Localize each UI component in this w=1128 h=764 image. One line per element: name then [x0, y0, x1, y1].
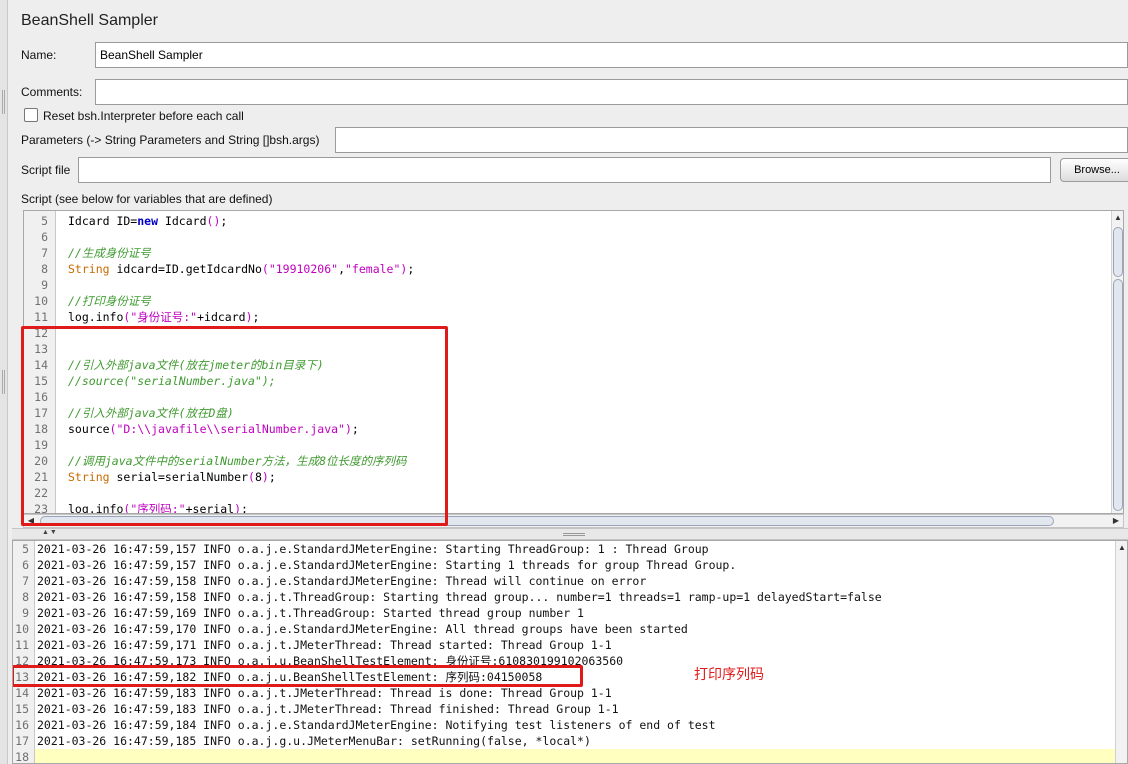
- log-viewer[interactable]: 5 2021-03-26 16:47:59,157 INFO o.a.j.e.St…: [12, 540, 1128, 764]
- script-scroll-thumb[interactable]: [1113, 279, 1123, 511]
- line-number: 9: [41, 278, 48, 292]
- line-number: 5: [41, 214, 48, 228]
- parameters-label: Parameters (-> String Parameters and Str…: [21, 133, 320, 147]
- log-highlight-box: [13, 665, 583, 687]
- log-line-number: 9: [22, 606, 29, 620]
- log-line[interactable]: 15 2021-03-26 16:47:59,183 INFO o.a.j.t.J…: [13, 701, 1113, 717]
- script-file-field[interactable]: [78, 157, 1051, 183]
- script-line-text: Idcard ID=new Idcard();: [68, 214, 228, 228]
- script-scroll-thumb-upper[interactable]: [1113, 227, 1123, 277]
- scroll-up-icon[interactable]: ▲: [1112, 213, 1123, 223]
- log-line-number: 5: [22, 542, 29, 556]
- panel-splitter[interactable]: ▲▼: [12, 528, 1128, 540]
- script-line[interactable]: 6: [24, 229, 1114, 245]
- scroll-right-icon[interactable]: ▶: [1110, 516, 1122, 526]
- script-line[interactable]: 8 String idcard=ID.getIdcardNo("19910206"…: [24, 261, 1114, 277]
- script-line[interactable]: 10 //打印身份证号: [24, 293, 1114, 309]
- log-line-number: 16: [15, 718, 29, 732]
- log-vertical-scrollbar[interactable]: ▲: [1115, 541, 1127, 763]
- log-line-number: 15: [15, 702, 29, 716]
- script-line-text: String idcard=ID.getIdcardNo("19910206",…: [68, 262, 415, 276]
- left-splitter[interactable]: [0, 0, 8, 764]
- log-line[interactable]: 8 2021-03-26 16:47:59,158 INFO o.a.j.t.Th…: [13, 589, 1113, 605]
- log-line-text: 2021-03-26 16:47:59,157 INFO o.a.j.e.Sta…: [37, 542, 709, 556]
- line-number: 8: [41, 262, 48, 276]
- splitter-grip-bottom: [2, 370, 5, 394]
- log-line-text: 2021-03-26 16:47:59,183 INFO o.a.j.t.JMe…: [37, 702, 619, 716]
- script-label: Script (see below for variables that are…: [21, 192, 273, 206]
- line-number: 10: [34, 294, 48, 308]
- log-line[interactable]: 6 2021-03-26 16:47:59,157 INFO o.a.j.e.St…: [13, 557, 1113, 573]
- beanshell-sampler-panel: BeanShell Sampler Name: BeanShell Sample…: [12, 0, 1128, 540]
- line-number: 11: [34, 310, 48, 324]
- log-line-number: 8: [22, 590, 29, 604]
- log-line[interactable]: 17 2021-03-26 16:47:59,185 INFO o.a.j.g.u…: [13, 733, 1113, 749]
- log-line-text: 2021-03-26 16:47:59,158 INFO o.a.j.t.Thr…: [37, 590, 882, 604]
- log-line-text: 2021-03-26 16:47:59,171 INFO o.a.j.t.JMe…: [37, 638, 612, 652]
- log-line-text: 2021-03-26 16:47:59,183 INFO o.a.j.t.JMe…: [37, 686, 612, 700]
- script-line-text: //打印身份证号: [68, 294, 151, 308]
- log-line[interactable]: 18: [13, 749, 1113, 764]
- script-line-text: log.info("身份证号:"+idcard);: [68, 310, 260, 324]
- log-line[interactable]: 7 2021-03-26 16:47:59,158 INFO o.a.j.e.St…: [13, 573, 1113, 589]
- line-number: 7: [41, 246, 48, 260]
- script-line[interactable]: 7 //生成身份证号: [24, 245, 1114, 261]
- parameters-field[interactable]: [335, 127, 1128, 153]
- log-scroll-up-icon[interactable]: ▲: [1116, 543, 1127, 553]
- script-line[interactable]: 9: [24, 277, 1114, 293]
- log-line-text: 2021-03-26 16:47:59,169 INFO o.a.j.t.Thr…: [37, 606, 584, 620]
- name-field[interactable]: BeanShell Sampler: [95, 42, 1128, 68]
- log-line-number: 10: [15, 622, 29, 636]
- log-line-number: 7: [22, 574, 29, 588]
- reset-interpreter-checkbox[interactable]: [24, 108, 38, 122]
- reset-interpreter-label: Reset bsh.Interpreter before each call: [43, 109, 244, 123]
- line-number: 6: [41, 230, 48, 244]
- log-line-number: 17: [15, 734, 29, 748]
- script-line[interactable]: 5 Idcard ID=new Idcard();: [24, 213, 1114, 229]
- script-line[interactable]: 11 log.info("身份证号:"+idcard);: [24, 309, 1114, 325]
- log-line[interactable]: 14 2021-03-26 16:47:59,183 INFO o.a.j.t.J…: [13, 685, 1113, 701]
- log-line-text: 2021-03-26 16:47:59,185 INFO o.a.j.g.u.J…: [37, 734, 591, 748]
- panel-title: BeanShell Sampler: [21, 12, 158, 29]
- log-line-text: 2021-03-26 16:47:59,184 INFO o.a.j.e.Sta…: [37, 718, 716, 732]
- log-line[interactable]: 10 2021-03-26 16:47:59,170 INFO o.a.j.e.S…: [13, 621, 1113, 637]
- log-line[interactable]: 5 2021-03-26 16:47:59,157 INFO o.a.j.e.St…: [13, 541, 1113, 557]
- script-highlight-box: [21, 326, 448, 526]
- split-arrows-icon[interactable]: ▲▼: [42, 529, 58, 536]
- splitter-grip: [563, 533, 585, 536]
- log-line[interactable]: 16 2021-03-26 16:47:59,184 INFO o.a.j.e.S…: [13, 717, 1113, 733]
- script-file-label: Script file: [21, 163, 71, 177]
- log-line[interactable]: 9 2021-03-26 16:47:59,169 INFO o.a.j.t.Th…: [13, 605, 1113, 621]
- comments-field[interactable]: [95, 79, 1128, 105]
- log-line-text: 2021-03-26 16:47:59,157 INFO o.a.j.e.Sta…: [37, 558, 737, 572]
- log-line-number: 14: [15, 686, 29, 700]
- name-label: Name:: [21, 48, 57, 62]
- annotation-print-serial: 打印序列码: [694, 667, 764, 683]
- log-line-number: 18: [15, 750, 29, 764]
- browse-button[interactable]: Browse...: [1060, 158, 1128, 182]
- log-line-number: 6: [22, 558, 29, 572]
- log-line-text: 2021-03-26 16:47:59,170 INFO o.a.j.e.Sta…: [37, 622, 688, 636]
- log-line[interactable]: 11 2021-03-26 16:47:59,171 INFO o.a.j.t.J…: [13, 637, 1113, 653]
- script-line-text: //生成身份证号: [68, 246, 151, 260]
- splitter-grip-top: [2, 90, 5, 114]
- log-line-number: 11: [15, 638, 29, 652]
- log-line-text: 2021-03-26 16:47:59,158 INFO o.a.j.e.Sta…: [37, 574, 647, 588]
- comments-label: Comments:: [21, 85, 83, 99]
- script-vertical-scrollbar[interactable]: ▲: [1111, 211, 1123, 513]
